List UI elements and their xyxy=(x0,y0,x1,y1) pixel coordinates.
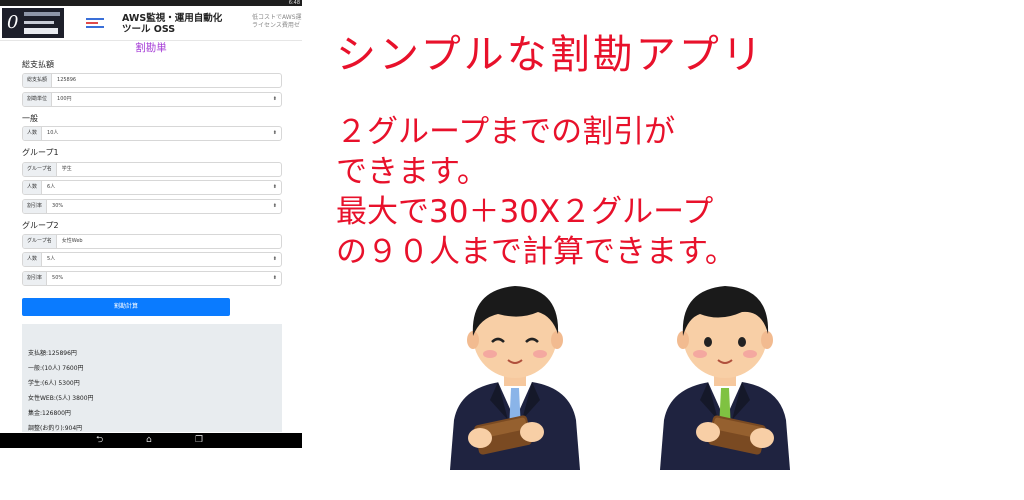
group2-discount-value: 50% xyxy=(52,275,64,281)
phone-screenshot: 6:48 0 AWS監視・運用自動化 ツール OSS 低コストでAWS運 ライセ… xyxy=(0,0,302,448)
group1-name-label: グループ名 xyxy=(23,163,57,176)
group1-discount-label: 割引率 xyxy=(23,200,48,213)
app-title: 割勘単 xyxy=(135,42,167,54)
home-icon[interactable]: ⌂ xyxy=(146,435,152,446)
select-arrow-icon: ⬍ xyxy=(272,96,277,102)
calculate-button[interactable]: 割勘計算 xyxy=(22,298,230,316)
total-amount-value: 125896 xyxy=(57,77,77,83)
group2-count-select[interactable]: 人数 5人 ⬍ xyxy=(22,252,282,267)
group2-count-value: 5人 xyxy=(47,256,56,262)
right-businessman xyxy=(660,286,790,470)
businessmen-illustration xyxy=(450,286,790,470)
ad-banner[interactable]: 0 AWS監視・運用自動化 ツール OSS 低コストでAWS運 ライセンス費用ゼ xyxy=(0,6,302,41)
select-arrow-icon: ⬍ xyxy=(272,256,277,262)
group1-count-label: 人数 xyxy=(23,181,43,194)
total-amount-label: 総支払額 xyxy=(23,74,53,87)
group1-discount-select[interactable]: 割引率 30% ⬍ xyxy=(22,199,282,214)
unit-select[interactable]: 割勘単位 100円 ⬍ xyxy=(22,92,282,107)
group1-discount-value: 30% xyxy=(52,203,64,209)
unit-label: 割勘単位 xyxy=(23,93,53,106)
ad-title-line1: AWS監視・運用自動化 xyxy=(122,13,223,24)
ad-side-text: 低コストでAWS運 ライセンス費用ゼ xyxy=(252,14,302,30)
group2-name-field[interactable]: グループ名 女性Web xyxy=(22,234,282,249)
promo-line-2: できます。 xyxy=(336,154,488,190)
select-arrow-icon: ⬍ xyxy=(272,203,277,209)
result-line: 支払額:125896円 xyxy=(28,350,77,357)
unit-value: 100円 xyxy=(57,96,72,102)
general-count-value: 10人 xyxy=(47,130,59,136)
group2-discount-label: 割引率 xyxy=(23,272,48,285)
ad-mini-logo xyxy=(86,18,104,28)
promo-line-3: 最大で30＋30X２グループ xyxy=(336,194,714,230)
general-count-select[interactable]: 人数 10人 ⬍ xyxy=(22,126,282,141)
select-arrow-icon: ⬍ xyxy=(272,275,277,281)
result-panel: 支払額:125896円 一般:(10人) 7600円 学生:(6人) 5300円… xyxy=(22,324,282,432)
select-arrow-icon: ⬍ xyxy=(272,184,277,190)
general-count-label: 人数 xyxy=(23,127,43,140)
group2-discount-select[interactable]: 割引率 50% ⬍ xyxy=(22,271,282,286)
total-amount-field[interactable]: 総支払額 125896 xyxy=(22,73,282,88)
result-line: 学生:(6人) 5300円 xyxy=(28,380,80,387)
group2-count-label: 人数 xyxy=(23,253,43,266)
group2-name-value: 女性Web xyxy=(61,238,83,244)
group1-count-value: 6人 xyxy=(47,184,56,190)
left-businessman xyxy=(450,286,580,470)
ad-side-line2: ライセンス費用ゼ xyxy=(252,22,300,29)
android-nav-bar: ⮌ ⌂ ❐ xyxy=(0,433,302,448)
group1-name-value: 学生 xyxy=(61,166,72,172)
ad-logo: 0 xyxy=(2,8,64,38)
ad-side-line1: 低コストでAWS運 xyxy=(252,14,302,21)
promo-line-1: ２グループまでの割引が xyxy=(336,114,676,150)
group2-name-label: グループ名 xyxy=(23,235,57,248)
ad-title-line2: ツール OSS xyxy=(122,24,176,35)
select-arrow-icon: ⬍ xyxy=(272,130,277,136)
back-icon[interactable]: ⮌ xyxy=(96,435,103,446)
general-section-heading: 一般 xyxy=(22,114,38,123)
promo-headline: シンプルな割勘アプリ xyxy=(336,32,765,78)
result-line: 集金:126800円 xyxy=(28,410,71,417)
group1-section-heading: グループ1 xyxy=(22,148,59,157)
result-line: 女性WEB:(5人) 3800円 xyxy=(28,395,94,402)
ad-title: AWS監視・運用自動化 ツール OSS xyxy=(122,13,222,35)
group1-count-select[interactable]: 人数 6人 ⬍ xyxy=(22,180,282,195)
promo-line-4: の９０人まで計算できます。 xyxy=(336,234,736,270)
result-line: 調整(お釣り):904円 xyxy=(28,425,83,432)
group2-section-heading: グループ2 xyxy=(22,221,59,230)
total-section-heading: 総支払額 xyxy=(22,60,54,69)
recent-apps-icon[interactable]: ❐ xyxy=(195,435,203,446)
result-line: 一般:(10人) 7600円 xyxy=(28,365,84,372)
group1-name-field[interactable]: グループ名 学生 xyxy=(22,162,282,177)
